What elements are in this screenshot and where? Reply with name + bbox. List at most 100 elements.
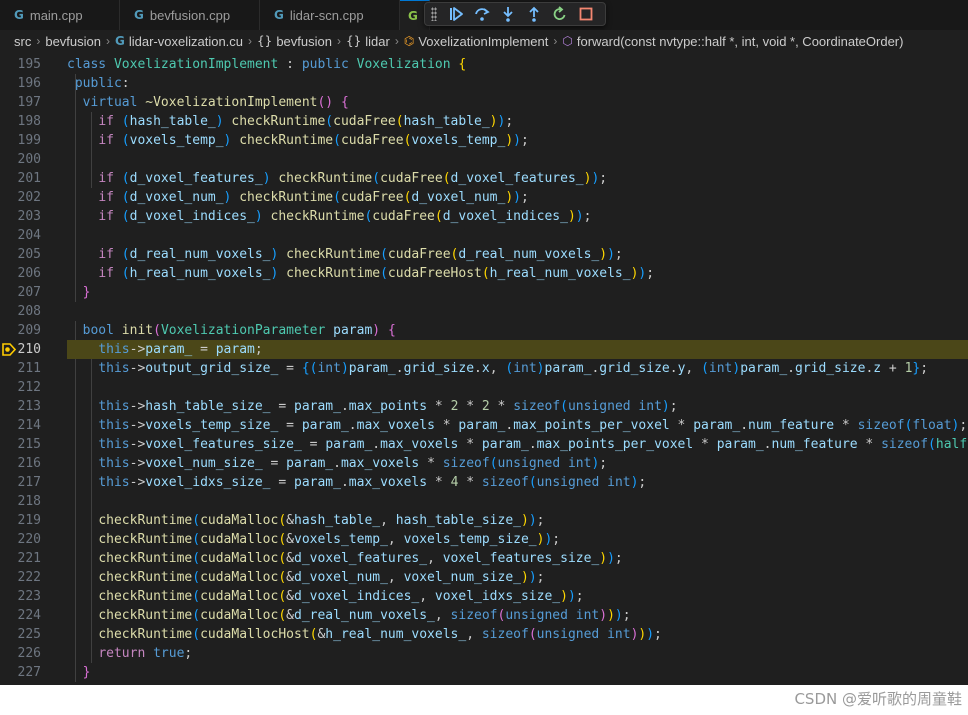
code-line[interactable]: 212 [0,378,968,397]
code-line[interactable]: 219 checkRuntime(cudaMalloc(&hash_table_… [0,511,968,530]
code-line[interactable]: 223 checkRuntime(cudaMalloc(&d_voxel_ind… [0,587,968,606]
code-text: this->voxel_features_size_ = param_.max_… [67,435,968,454]
code-token: cudaMallocHost [200,627,310,642]
code-token: voxel_features_size_ [442,551,600,566]
code-token: ) [607,608,615,623]
code-line[interactable]: 199 if (voxels_temp_) checkRuntime(cudaF… [0,131,968,150]
code-editor[interactable]: 195 class VoxelizationImplement : public … [0,55,968,685]
code-text: checkRuntime(cudaMalloc(&voxels_temp_, v… [67,530,560,549]
code-token: ) [646,627,655,642]
code-line[interactable]: 210 this->param_ = param; [0,340,968,359]
code-line[interactable]: 215 this->voxel_features_size_ = param_.… [0,435,968,454]
code-token: checkRuntime [98,608,193,623]
code-token: voxels_temp_ [294,532,388,547]
code-token: grid_size [599,361,670,376]
breadcrumb-item[interactable]: {} bevfusion [257,34,332,49]
code-token: d_real_num_voxels_ [294,608,435,623]
code-token: . [787,361,795,376]
code-token: ( [481,266,490,281]
breadcrumb-item[interactable]: ⬡ forward(const nvtype::half *, int, void… [562,34,903,49]
code-token: * [857,437,882,452]
code-line[interactable]: 197 virtual ~VoxelizationImplement() { [0,93,968,112]
code-token: & [286,608,294,623]
code-line[interactable]: 206 if (h_real_num_voxels_) checkRuntime… [0,264,968,283]
code-line[interactable]: 200 [0,150,968,169]
code-line[interactable]: 204 [0,226,968,245]
code-line[interactable]: 205 if (d_real_num_voxels_) checkRuntime… [0,245,968,264]
code-line[interactable]: 201 if (d_voxel_features_) checkRuntime(… [0,169,968,188]
code-line[interactable]: 196 public: [0,74,968,93]
code-line[interactable]: 225 checkRuntime(cudaMallocHost(&h_real_… [0,625,968,644]
code-token: ; [536,570,545,585]
code-token: = [192,342,216,357]
code-token: return [98,646,146,661]
code-token: max_voxels [348,475,428,490]
code-token: true [153,646,185,661]
code-line[interactable]: 198 if (hash_table_) checkRuntime(cudaFr… [0,112,968,131]
breadcrumb-item[interactable]: ⌬ VoxelizationImplement [404,34,549,49]
step-over-icon[interactable] [473,5,491,23]
tab-main-cpp[interactable]: G main.cpp [0,0,120,30]
code-token: d_voxel_num_ [294,570,388,585]
code-token: cudaFree [372,209,435,224]
code-line[interactable]: 207 } [0,283,968,302]
code-token: checkRuntime [286,247,381,262]
code-line[interactable]: 203 if (d_voxel_indices_) checkRuntime(c… [0,207,968,226]
code-text: checkRuntime(cudaMalloc(&hash_table_, ha… [67,511,544,530]
continue-icon[interactable] [447,5,465,23]
code-token: unsigned int [536,627,631,642]
breadcrumb-item[interactable]: Glidar-voxelization.cu [115,34,243,49]
line-number: 203 [17,209,41,224]
drag-handle-icon[interactable] [431,7,437,21]
code-line[interactable]: 224 checkRuntime(cudaMalloc(&d_real_num_… [0,606,968,625]
code-token: public [301,57,349,72]
code-token: = [301,437,326,452]
code-token: param_ [544,361,592,376]
code-line[interactable]: 218 [0,492,968,511]
code-token: ( [372,171,381,186]
line-number: 205 [17,247,41,262]
code-line[interactable]: 209 bool init(VoxelizationParameter para… [0,321,968,340]
code-token: param_ [458,418,506,433]
step-out-icon[interactable] [525,5,543,23]
stop-icon[interactable] [577,5,595,23]
code-token: voxels_temp_ [411,133,506,148]
breadcrumb-item[interactable]: bevfusion [45,34,101,49]
code-line[interactable]: 227 } [0,663,968,682]
code-token: cudaFree [340,190,404,205]
code-token: ( [121,171,130,186]
step-into-icon[interactable] [499,5,517,23]
tab-bevfusion-cpp[interactable]: G bevfusion.cpp [120,0,260,30]
code-line[interactable]: 216 this->voxel_num_size_ = param_.max_v… [0,454,968,473]
code-line[interactable]: 217 this->voxel_idxs_size_ = param_.max_… [0,473,968,492]
code-line[interactable]: 221 checkRuntime(cudaMalloc(&d_voxel_fea… [0,549,968,568]
code-token: cudaFree [380,171,443,186]
code-token: if [98,114,114,129]
code-line[interactable]: 211 this->output_grid_size_ = {(int)para… [0,359,968,378]
code-token: this [98,399,130,414]
line-number: 202 [17,190,41,205]
code-line[interactable]: 208 [0,302,968,321]
breadcrumb-item[interactable]: src [14,34,31,49]
code-line[interactable]: 213 this->hash_table_size_ = param_.max_… [0,397,968,416]
code-token: if [98,266,114,281]
code-line[interactable]: 220 checkRuntime(cudaMalloc(&voxels_temp… [0,530,968,549]
code-line[interactable]: 202 if (d_voxel_num_) checkRuntime(cudaF… [0,188,968,207]
code-line[interactable]: 195 class VoxelizationImplement : public … [0,55,968,74]
code-line[interactable]: 226 return true; [0,644,968,663]
restart-icon[interactable] [551,5,569,23]
code-text: checkRuntime(cudaMalloc(&d_voxel_feature… [67,549,622,568]
line-number: 195 [17,57,41,72]
code-token: ; [520,133,529,148]
code-line[interactable]: 222 checkRuntime(cudaMalloc(&d_voxel_num… [0,568,968,587]
tab-lidar-scn-cpp[interactable]: G lidar-scn.cpp [260,0,400,30]
breadcrumb-item[interactable]: {} lidar [346,34,390,49]
code-line[interactable]: 214 this->voxels_temp_size_ = param_.max… [0,416,968,435]
code-token: ( [505,361,514,376]
